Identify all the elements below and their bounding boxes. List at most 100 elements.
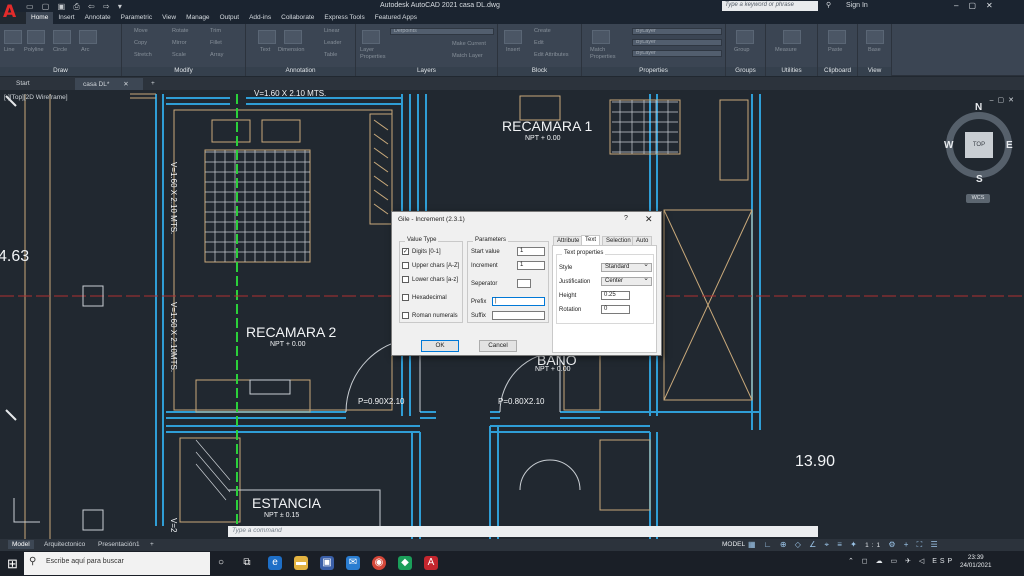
ribbon-tab-insert[interactable]: Insert bbox=[53, 12, 79, 24]
polyline-button[interactable]: Polyline bbox=[24, 47, 44, 53]
windows-start-icon[interactable]: ⊞ bbox=[7, 556, 18, 572]
make-current-button[interactable]: Make Current bbox=[452, 41, 486, 47]
annotation-panel-title[interactable]: Annotation bbox=[246, 67, 355, 76]
ribbon-tab-collaborate[interactable]: Collaborate bbox=[276, 12, 319, 24]
line-button[interactable]: Line bbox=[4, 47, 15, 53]
fillet-button[interactable]: Fillet bbox=[210, 40, 222, 46]
help-icon[interactable]: ? bbox=[624, 215, 628, 222]
rotation-field[interactable]: 0 bbox=[601, 305, 630, 314]
edge-icon[interactable]: e bbox=[268, 556, 282, 570]
quick-access-toolbar[interactable]: ▭ ▢ ▣ ⎙ ⇦ ⇨ ▾ bbox=[26, 2, 125, 12]
viewport-view-label[interactable]: [-][Top][2D Wireframe] bbox=[4, 94, 68, 101]
insert-block-icon[interactable] bbox=[504, 30, 522, 44]
create-block-button[interactable]: Create bbox=[534, 28, 551, 34]
window-controls[interactable]: –▢✕ bbox=[954, 1, 1003, 10]
properties-panel-title[interactable]: Properties bbox=[582, 67, 725, 76]
tab-text[interactable]: Text bbox=[581, 235, 601, 245]
start-value-field[interactable]: 1 bbox=[517, 247, 545, 256]
suffix-field[interactable] bbox=[492, 311, 545, 320]
linear-button[interactable]: Linear bbox=[324, 28, 340, 34]
style-select[interactable]: Standard bbox=[601, 261, 652, 272]
layout-tab-presentacion1[interactable]: Presentación1 bbox=[94, 540, 144, 549]
mirror-button[interactable]: Mirror bbox=[172, 40, 187, 46]
text-button[interactable]: Text bbox=[260, 47, 270, 53]
paste-button[interactable]: Paste bbox=[828, 47, 842, 53]
ribbon-tab-parametric[interactable]: Parametric bbox=[116, 12, 157, 24]
color-dropdown[interactable]: ByLayer bbox=[632, 28, 722, 35]
ribbon-tab-output[interactable]: Output bbox=[215, 12, 245, 24]
layer-properties-button[interactable]: Layer Properties bbox=[360, 47, 386, 61]
roman-numerals-checkbox[interactable] bbox=[402, 312, 409, 319]
ribbon-tab-manage[interactable]: Manage bbox=[181, 12, 215, 24]
polyline-icon[interactable] bbox=[27, 30, 45, 44]
model-space-toggle[interactable]: MODEL bbox=[722, 541, 745, 548]
system-tray[interactable]: ⌃ ◻ ☁ ▭ ✈ ◁ ESP bbox=[848, 557, 955, 565]
table-button[interactable]: Table bbox=[324, 52, 337, 58]
layout-tab-model[interactable]: Model bbox=[8, 540, 34, 549]
lineweight-dropdown[interactable]: ByLayer bbox=[632, 50, 722, 57]
help-search-input[interactable]: Type a keyword or phrase bbox=[722, 1, 818, 11]
command-line-input[interactable]: Type a command bbox=[228, 526, 818, 537]
compass-north[interactable]: N bbox=[975, 102, 982, 113]
layer-properties-icon[interactable] bbox=[362, 30, 380, 44]
compass-east[interactable]: E bbox=[1006, 140, 1013, 151]
taskbar-search-input[interactable]: Escribe aquí para buscar bbox=[24, 552, 210, 575]
user-icon[interactable]: ⚲ bbox=[826, 1, 831, 9]
scale-button[interactable]: Scale bbox=[172, 52, 186, 58]
match-properties-button[interactable]: Match Properties bbox=[590, 47, 616, 61]
copy-button[interactable]: Copy bbox=[134, 40, 147, 46]
ok-button[interactable]: OK bbox=[421, 340, 459, 352]
tab-casa-dl[interactable]: casa DL* ✕ bbox=[75, 78, 143, 90]
base-view-icon[interactable] bbox=[866, 30, 884, 44]
group-button[interactable]: Group bbox=[734, 47, 750, 53]
tab-selection[interactable]: Selection bbox=[602, 236, 635, 245]
text-icon[interactable] bbox=[258, 30, 276, 44]
circle-button[interactable]: Circle bbox=[53, 47, 67, 53]
mail-icon[interactable]: ✉ bbox=[346, 556, 360, 570]
draw-panel-title[interactable]: Draw bbox=[0, 67, 121, 76]
app-icon[interactable]: ◆ bbox=[398, 556, 412, 570]
chrome-icon[interactable]: ◉ bbox=[372, 556, 386, 570]
circle-icon[interactable] bbox=[53, 30, 71, 44]
array-button[interactable]: Array bbox=[210, 52, 223, 58]
line-icon[interactable] bbox=[4, 30, 22, 44]
clipboard-panel-title[interactable]: Clipboard bbox=[818, 67, 857, 76]
sign-in-link[interactable]: Sign In bbox=[846, 2, 868, 9]
measure-icon[interactable] bbox=[783, 30, 801, 44]
new-layout-plus-icon[interactable]: + bbox=[146, 540, 158, 549]
measure-button[interactable]: Measure bbox=[775, 47, 797, 53]
base-button[interactable]: Base bbox=[868, 47, 881, 53]
rotate-button[interactable]: Rotate bbox=[172, 28, 188, 34]
layers-panel-title[interactable]: Layers bbox=[356, 67, 497, 76]
viewport-controls[interactable]: –▢✕ bbox=[990, 96, 1018, 104]
increment-stepper[interactable]: 1 bbox=[517, 261, 545, 270]
group-icon[interactable] bbox=[736, 30, 754, 44]
edit-attributes-button[interactable]: Edit Attributes bbox=[534, 52, 569, 58]
layout-tab-arquitectonico[interactable]: Arquitectonico bbox=[40, 540, 89, 549]
stretch-button[interactable]: Stretch bbox=[134, 52, 152, 58]
ribbon-tab-view[interactable]: View bbox=[157, 12, 181, 24]
ribbon-tab-express-tools[interactable]: Express Tools bbox=[319, 12, 369, 24]
leader-button[interactable]: Leader bbox=[324, 40, 341, 46]
dimension-icon[interactable] bbox=[284, 30, 302, 44]
arc-icon[interactable] bbox=[79, 30, 97, 44]
justification-select[interactable]: Center bbox=[601, 275, 652, 286]
linetype-dropdown[interactable]: ByLayer bbox=[632, 39, 722, 46]
close-icon[interactable]: ✕ bbox=[645, 214, 653, 225]
taskbar-clock[interactable]: 23:39 24/01/2021 bbox=[960, 554, 992, 570]
task-view-icon[interactable]: ⧉ bbox=[240, 556, 254, 570]
edit-block-button[interactable]: Edit bbox=[534, 40, 544, 46]
lower-chars-checkbox[interactable] bbox=[402, 276, 409, 283]
file-explorer-icon[interactable]: ▬ bbox=[294, 556, 308, 570]
autocad-logo-icon[interactable]: A bbox=[3, 2, 19, 22]
viewcube-top-face[interactable]: TOP bbox=[965, 132, 993, 158]
tab-auto[interactable]: Auto bbox=[632, 236, 653, 245]
dimension-button[interactable]: Dimension bbox=[278, 47, 304, 53]
paste-icon[interactable] bbox=[828, 30, 846, 44]
close-icon[interactable]: ✕ bbox=[123, 81, 128, 88]
tab-attribute[interactable]: Attribute bbox=[553, 236, 584, 245]
move-button[interactable]: Move bbox=[134, 28, 148, 34]
cancel-button[interactable]: Cancel bbox=[479, 340, 517, 352]
input-language[interactable]: ESP bbox=[932, 558, 955, 565]
trim-button[interactable]: Trim bbox=[210, 28, 221, 34]
